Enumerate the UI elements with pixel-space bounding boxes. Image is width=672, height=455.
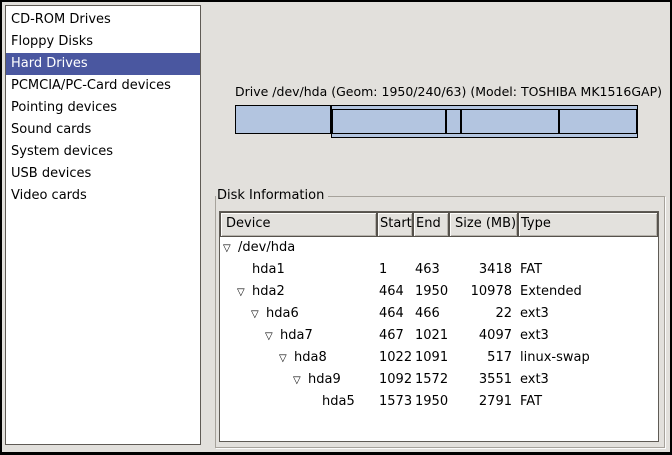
size-value: 10978 [449,281,518,303]
end-value: 1950 [413,391,449,413]
size-value: 2791 [449,391,518,413]
disk-information-frame-label: Disk Information [216,188,328,204]
sidebar-list[interactable]: CD-ROM DrivesFloppy DisksHard DrivesPCMC… [5,5,201,445]
column-header-start[interactable]: Start [377,212,413,237]
device-label: hda7 [280,328,313,343]
end-value [413,237,449,259]
expander-icon[interactable]: ▽ [251,304,266,325]
start-value: 464 [377,303,413,325]
partition-segment-hda2 [331,105,638,138]
type-value [518,237,658,259]
device-label: /dev/hda [238,240,295,255]
table-row-dev-hda[interactable]: ▽/dev/hda [220,237,658,259]
end-value: 1950 [413,281,449,303]
column-header-device[interactable]: Device [220,212,377,237]
expander-icon[interactable]: ▽ [237,282,252,303]
size-value: 22 [449,303,518,325]
table-row-hda6[interactable]: ▽hda6 46446622ext3 [220,303,658,325]
hardware-browser-window: CD-ROM DrivesFloppy DisksHard DrivesPCMC… [0,0,672,455]
size-value: 517 [449,347,518,369]
disk-info-table: DeviceStartEndSize (MB)Type ▽/dev/hdahda… [219,211,659,442]
sidebar-item-pcmcia-pc-card-devices[interactable]: PCMCIA/PC-Card devices [6,75,200,97]
start-value: 1573 [377,391,413,413]
size-value: 3551 [449,369,518,391]
drive-title: Drive /dev/hda (Geom: 1950/240/63) (Mode… [235,84,638,99]
type-value: ext3 [518,369,658,391]
partition-segment-hda5 [559,109,637,134]
sidebar-item-video-cards[interactable]: Video cards [6,185,200,207]
type-value: ext3 [518,325,658,347]
size-value [449,237,518,259]
table-row-hda8[interactable]: ▽hda8 10221091517linux-swap [220,347,658,369]
table-row-hda2[interactable]: ▽hda2 464195010978Extended [220,281,658,303]
partition-segment-hda7 [332,109,446,134]
start-value: 467 [377,325,413,347]
sidebar-item-pointing-devices[interactable]: Pointing devices [6,97,200,119]
sidebar-item-hard-drives[interactable]: Hard Drives [6,53,200,75]
table-row-hda7[interactable]: ▽hda7 46710214097ext3 [220,325,658,347]
expander-icon[interactable]: ▽ [265,326,280,347]
column-header-size-mb[interactable]: Size (MB) [449,212,518,237]
expander-icon[interactable]: ▽ [293,370,308,391]
device-label: hda9 [308,372,341,387]
start-value: 1 [377,259,413,281]
end-value: 1091 [413,347,449,369]
type-value: FAT [518,391,658,413]
device-label: hda1 [252,262,285,277]
end-value: 466 [413,303,449,325]
device-label: hda8 [294,350,327,365]
start-value: 1092 [377,369,413,391]
disk-table-rows: ▽/dev/hdahda114633418FAT▽hda246419501097… [220,237,658,413]
type-value: Extended [518,281,658,303]
sidebar-item-floppy-disks[interactable]: Floppy Disks [6,31,200,53]
size-value: 4097 [449,325,518,347]
column-header-type[interactable]: Type [518,212,658,237]
expander-icon[interactable]: ▽ [223,238,238,259]
type-value: ext3 [518,303,658,325]
partition-segment-hda9 [461,109,560,134]
partition-bar [235,105,638,139]
start-value: 464 [377,281,413,303]
end-value: 1021 [413,325,449,347]
sidebar-item-system-devices[interactable]: System devices [6,141,200,163]
sidebar-item-usb-devices[interactable]: USB devices [6,163,200,185]
end-value: 1572 [413,369,449,391]
table-row-hda9[interactable]: ▽hda9 109215723551ext3 [220,369,658,391]
table-row-hda1[interactable]: hda1 14633418FAT [220,259,658,281]
device-label: hda5 [322,394,355,409]
disk-table-header: DeviceStartEndSize (MB)Type [220,212,658,237]
sidebar-item-sound-cards[interactable]: Sound cards [6,119,200,141]
device-label: hda6 [266,306,299,321]
table-row-hda5[interactable]: hda5 157319502791FAT [220,391,658,413]
partition-segment-hda1 [235,105,331,134]
start-value [377,237,413,259]
type-value: FAT [518,259,658,281]
end-value: 463 [413,259,449,281]
size-value: 3418 [449,259,518,281]
column-header-end[interactable]: End [413,212,449,237]
device-label: hda2 [252,284,285,299]
start-value: 1022 [377,347,413,369]
partition-segment-hda8 [446,109,460,134]
expander-icon[interactable]: ▽ [279,348,294,369]
type-value: linux-swap [518,347,658,369]
sidebar-item-cd-rom-drives[interactable]: CD-ROM Drives [6,9,200,31]
